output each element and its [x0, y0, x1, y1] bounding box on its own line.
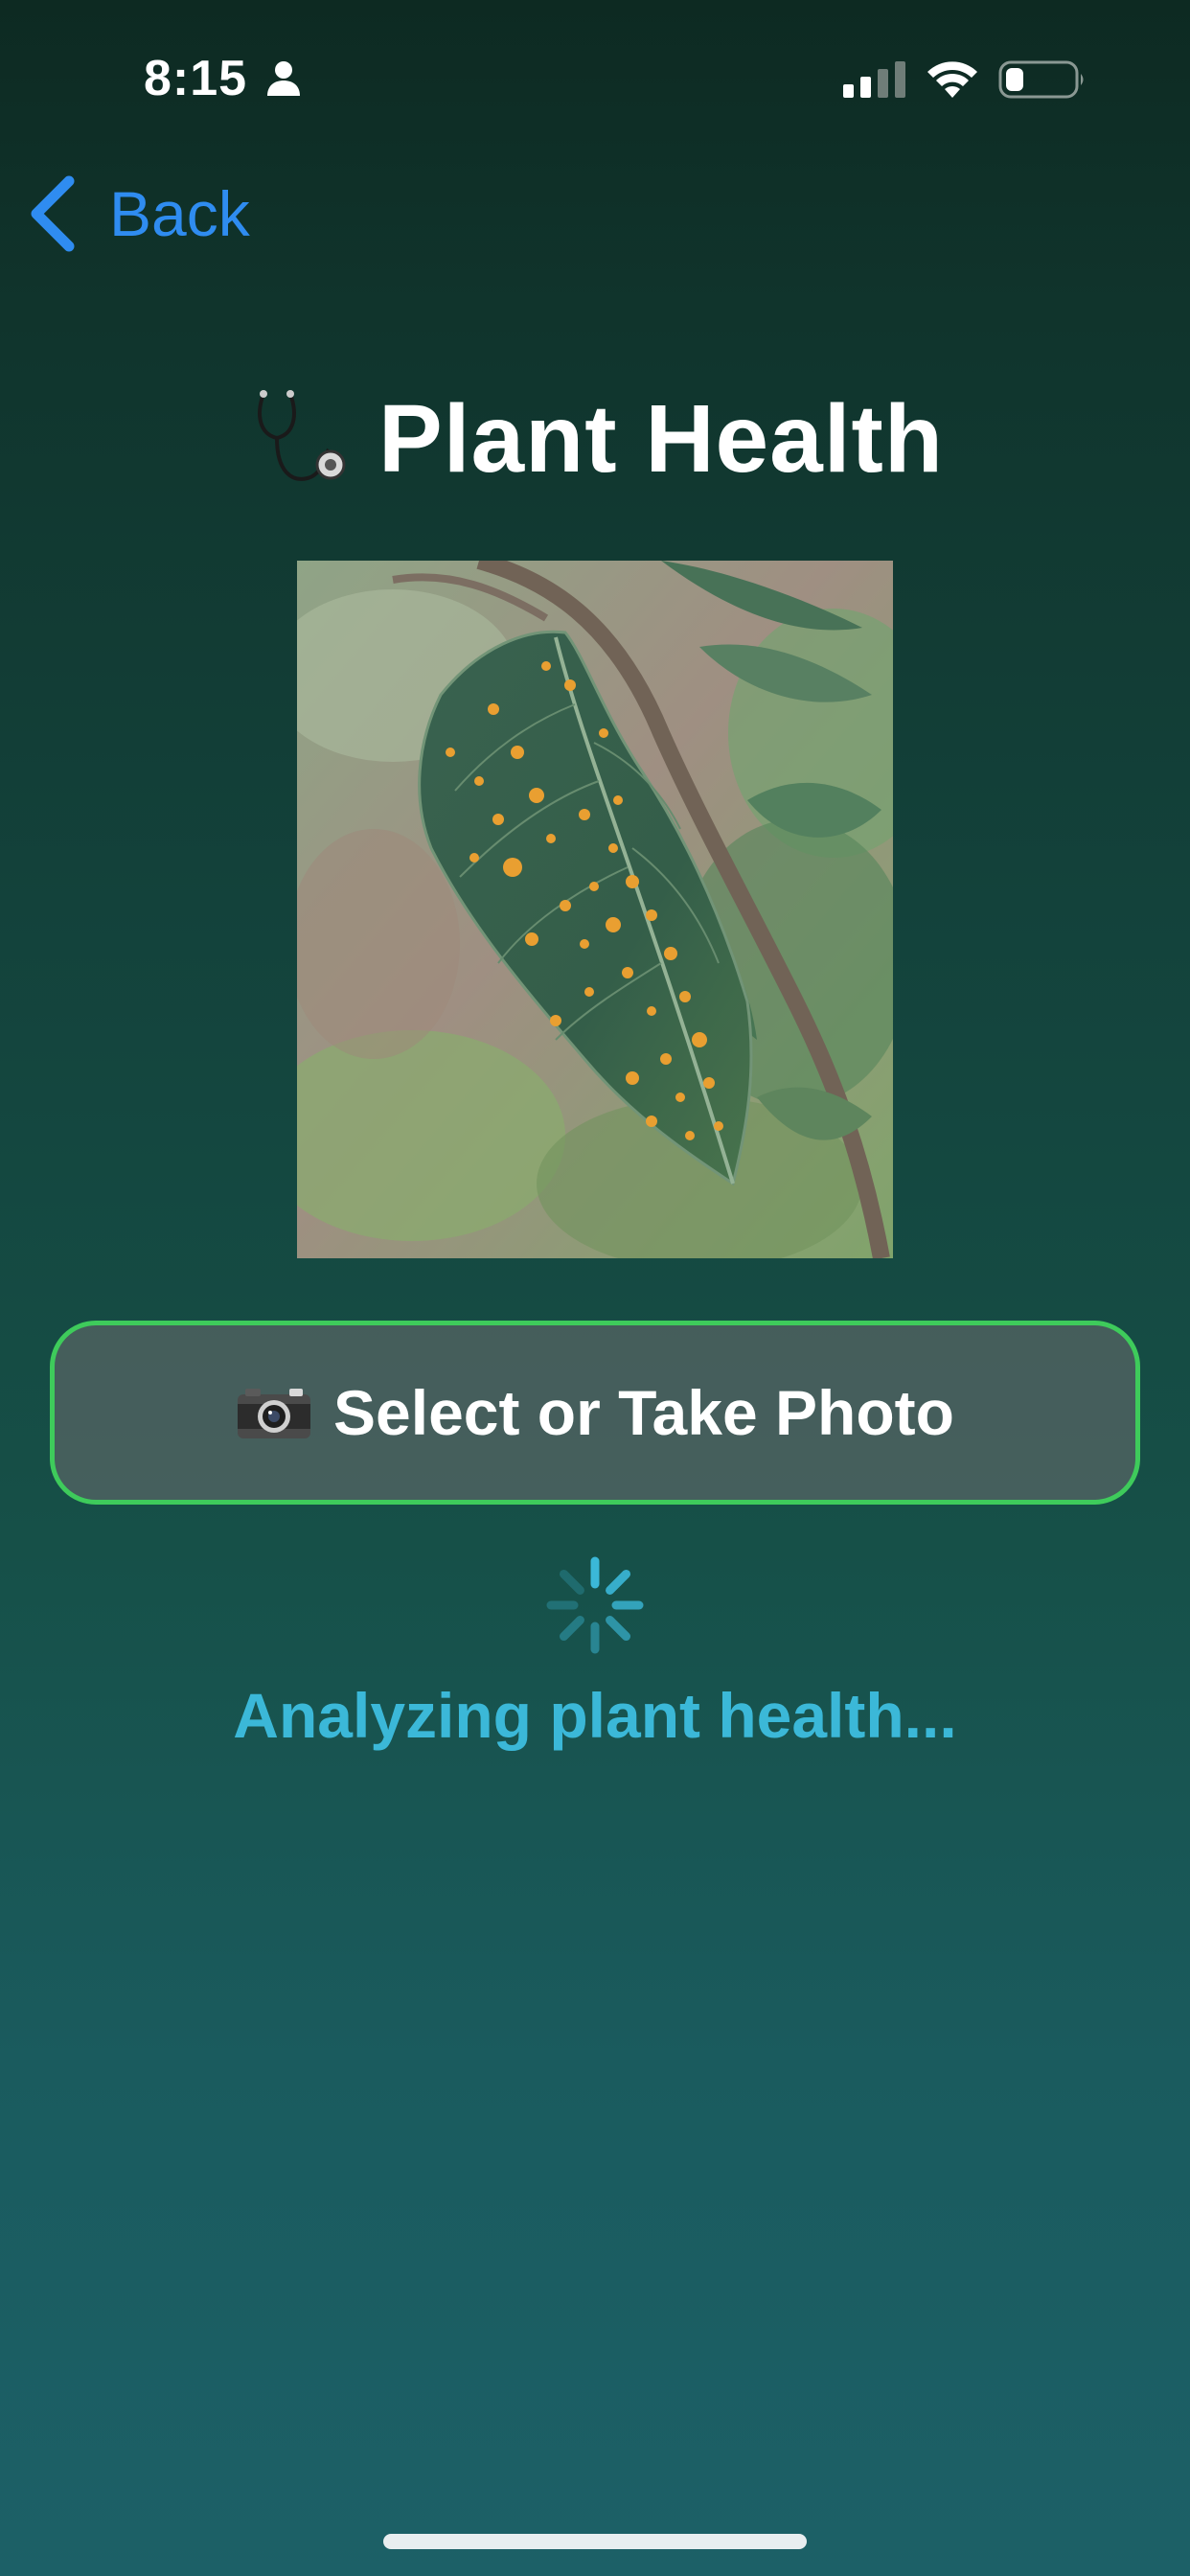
page-title: Plant Health: [378, 384, 944, 493]
page-header: Plant Health: [0, 381, 1190, 496]
camera-icon: [238, 1389, 311, 1438]
stethoscope-icon: [258, 390, 346, 481]
cellular-signal-icon: [843, 61, 905, 98]
chevron-left-icon: [31, 175, 75, 252]
home-indicator[interactable]: [383, 2534, 807, 2549]
person-icon: [267, 61, 300, 96]
status-time: 8:15: [144, 51, 248, 106]
analyzing-status-text: Analyzing plant health...: [233, 1680, 957, 1751]
wifi-icon: [927, 61, 977, 98]
back-button[interactable]: Back: [27, 172, 250, 255]
leaf-photo: [297, 561, 893, 1258]
status-bar: 8:15: [0, 0, 1190, 144]
spinner-icon: [546, 1556, 644, 1654]
back-label: Back: [109, 178, 250, 249]
select-photo-label: Select or Take Photo: [333, 1377, 954, 1448]
select-photo-button[interactable]: Select or Take Photo: [50, 1321, 1140, 1505]
battery-icon: [998, 60, 1084, 99]
